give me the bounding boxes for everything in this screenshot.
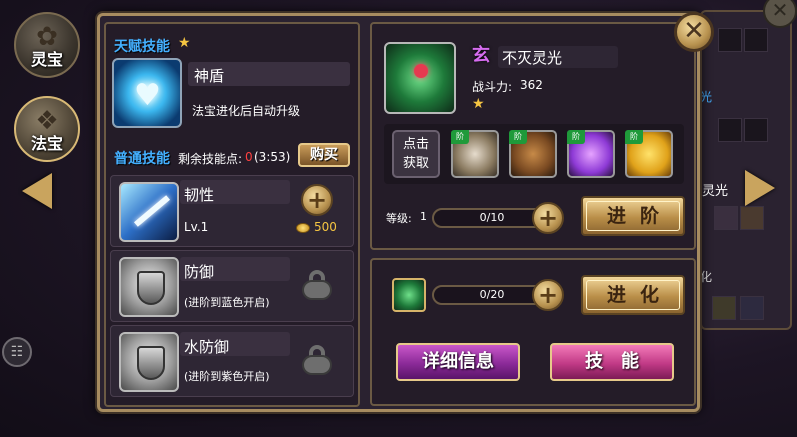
level-value: 1: [420, 210, 427, 223]
talent-skill-name: 神盾: [194, 67, 225, 85]
lock-icon: [300, 345, 334, 375]
skill-name: 防御: [184, 263, 215, 281]
ghost-slot: [740, 206, 764, 230]
prev-arrow-icon[interactable]: [22, 173, 52, 209]
ghost-slot: [718, 118, 742, 142]
level-label: 等级:: [386, 212, 412, 225]
get-label-2: 获取: [402, 156, 429, 171]
material-tag: 阶: [625, 130, 643, 144]
evolve-button[interactable]: 进化: [581, 275, 685, 315]
skill-points-value: 0: [245, 150, 253, 164]
skill-points-label: 剩余技能点:: [178, 152, 243, 166]
skill-points-timer: (3:53): [254, 150, 291, 164]
advance-plus-icon[interactable]: +: [532, 202, 564, 234]
background-item-text: 化: [700, 270, 713, 284]
talent-skill-desc: 法宝进化后自动升级: [192, 104, 301, 118]
talent-skill-icon[interactable]: ♥: [112, 58, 182, 128]
skill-button[interactable]: 技能: [550, 343, 674, 381]
coin-icon: [296, 223, 310, 233]
upgrade-cost: 500: [314, 220, 337, 234]
power-label: 战斗力:: [472, 80, 513, 94]
detail-info-button[interactable]: 详细信息: [396, 343, 520, 381]
ghost-slot: [744, 28, 768, 52]
nav-fabao-button[interactable]: ❖ 法宝: [14, 96, 80, 162]
ghost-slot: [714, 206, 738, 230]
skill-level: Lv.1: [184, 220, 209, 234]
evolve-plus-icon[interactable]: +: [532, 279, 564, 311]
advance-button[interactable]: 进阶: [581, 196, 685, 236]
chat-icon[interactable]: ☷: [2, 337, 32, 367]
star-icon: ★: [178, 35, 191, 51]
material-slot-skull[interactable]: 阶: [451, 130, 499, 178]
normal-section-title: 普通技能: [114, 151, 170, 167]
get-label-1: 点击: [402, 137, 429, 152]
background-item-name: 灵光: [702, 184, 729, 199]
shield-skill-icon[interactable]: [119, 257, 179, 317]
ghost-slot: [718, 28, 742, 52]
skill-requirement: (进阶到紫色开启): [184, 370, 270, 383]
buy-button[interactable]: 购买: [298, 143, 350, 167]
nav-lingbao-button[interactable]: ✿ 灵宝: [14, 12, 80, 78]
close-icon[interactable]: ✕: [674, 12, 714, 52]
nav-lingbao-label: 灵宝: [30, 50, 63, 69]
material-slot-cloud[interactable]: 阶: [625, 130, 673, 178]
lock-icon: [300, 270, 334, 300]
grade-badge: 玄: [472, 45, 490, 66]
shield-skill-icon[interactable]: [119, 332, 179, 392]
artifact-name: 不灭灵光: [502, 49, 563, 67]
material-slot-crystal[interactable]: 阶: [567, 130, 615, 178]
shield-heart-icon: ♥: [134, 78, 161, 113]
ghost-slot: [712, 296, 736, 320]
mini-artifact-icon: [392, 278, 426, 312]
ghost-slot: [740, 296, 764, 320]
background-item-text: 光: [700, 90, 713, 104]
next-arrow-icon[interactable]: [745, 170, 775, 206]
skill-requirement: (进阶到蓝色开启): [184, 296, 270, 309]
talent-section-title: 天赋技能: [114, 39, 170, 55]
get-material-button[interactable]: 点击 获取: [392, 130, 440, 178]
skill-name: 水防御: [184, 338, 230, 356]
star-icon: ★: [472, 96, 485, 112]
ghost-slot: [744, 118, 768, 142]
material-tag: 阶: [567, 130, 585, 144]
material-tag: 阶: [451, 130, 469, 144]
material-slot-powder[interactable]: 阶: [509, 130, 557, 178]
skill-name: 韧性: [184, 186, 215, 204]
upgrade-plus-icon[interactable]: +: [301, 184, 333, 216]
power-value: 362: [520, 78, 543, 92]
nav-fabao-label: 法宝: [30, 134, 63, 153]
artifact-icon[interactable]: [384, 42, 456, 114]
material-tag: 阶: [509, 130, 527, 144]
blade-skill-icon[interactable]: [119, 182, 179, 242]
